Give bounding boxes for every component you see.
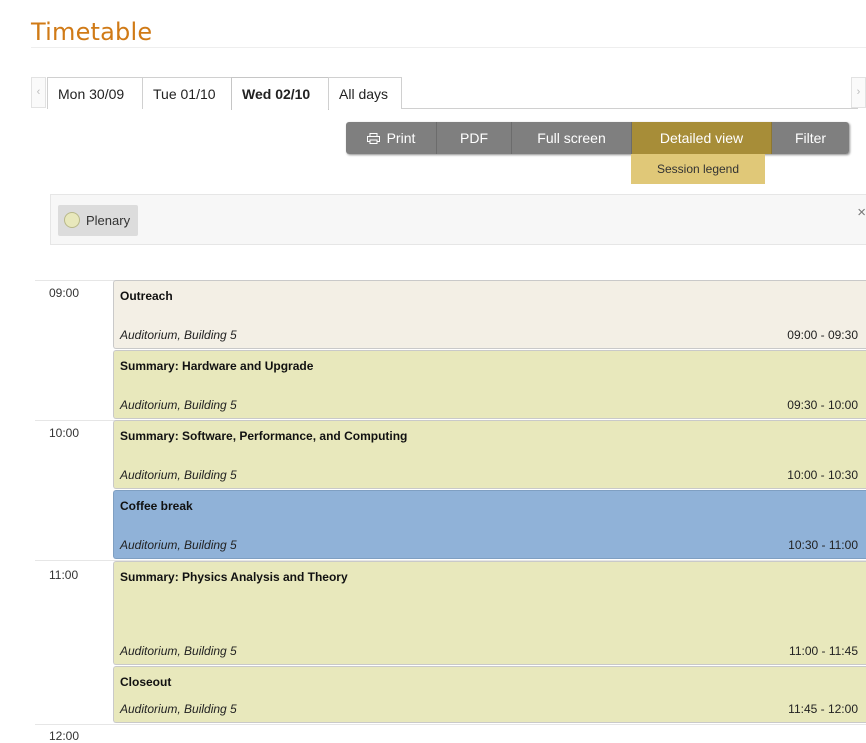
tab-mon-30-09[interactable]: Mon 30/09 — [47, 77, 143, 109]
timetable-entry-outreach[interactable]: Outreach Auditorium, Building 5 09:00 - … — [113, 280, 866, 349]
timetable-entry-software-computing[interactable]: Summary: Software, Performance, and Comp… — [113, 420, 866, 489]
entry-room: Auditorium, Building 5 — [120, 702, 237, 716]
session-legend-panel: Plenary × — [50, 194, 866, 245]
entry-title: Outreach — [120, 289, 173, 303]
page-title: Timetable — [31, 18, 153, 46]
entry-title: Summary: Hardware and Upgrade — [120, 359, 314, 373]
printer-icon — [366, 133, 380, 144]
full-screen-button[interactable]: Full screen — [512, 122, 632, 154]
session-legend-button[interactable]: Session legend — [631, 154, 765, 184]
entry-title: Summary: Physics Analysis and Theory — [120, 570, 348, 584]
timetable-entry-coffee-break[interactable]: Coffee break Auditorium, Building 5 10:3… — [113, 490, 866, 559]
detailed-view-button[interactable]: Detailed view — [632, 122, 772, 154]
entry-time: 10:00 - 10:30 — [787, 468, 858, 482]
hour-label: 12:00 — [49, 729, 80, 743]
entry-room: Auditorium, Building 5 — [120, 328, 237, 342]
timetable-toolbar: Print PDF Full screen Detailed view Filt… — [346, 122, 849, 154]
day-tabs: ‹ Mon 30/09 Tue 01/10 Wed 02/10 All days… — [31, 77, 866, 110]
timetable-entry-closeout[interactable]: Closeout Auditorium, Building 5 11:45 - … — [113, 666, 866, 723]
hour-label: 09:00 — [49, 286, 80, 300]
print-button[interactable]: Print — [346, 122, 437, 154]
entry-time: 11:00 - 11:45 — [789, 644, 858, 658]
tab-tue-01-10[interactable]: Tue 01/10 — [142, 77, 232, 109]
hour-divider — [35, 724, 866, 725]
chevron-right-icon: › — [856, 86, 861, 98]
tabs-scroll-right-button[interactable]: › — [851, 77, 866, 108]
hour-label: 10:00 — [49, 426, 80, 440]
timetable-entry-physics-analysis[interactable]: Summary: Physics Analysis and Theory Aud… — [113, 561, 866, 665]
legend-item-plenary[interactable]: Plenary — [58, 205, 139, 236]
entry-room: Auditorium, Building 5 — [120, 398, 237, 412]
pdf-button[interactable]: PDF — [437, 122, 512, 154]
title-divider — [31, 47, 866, 48]
hour-label: 11:00 — [49, 568, 79, 582]
filter-button[interactable]: Filter — [772, 122, 849, 154]
chevron-left-icon: ‹ — [36, 86, 41, 98]
entry-room: Auditorium, Building 5 — [120, 538, 237, 552]
plenary-color-dot-icon — [64, 212, 80, 228]
entry-time: 09:00 - 09:30 — [787, 328, 858, 342]
legend-item-label: Plenary — [86, 213, 131, 228]
tab-wed-02-10[interactable]: Wed 02/10 — [231, 77, 329, 110]
entry-title: Summary: Software, Performance, and Comp… — [120, 429, 408, 443]
entry-time: 09:30 - 10:00 — [787, 398, 858, 412]
entry-title: Closeout — [120, 675, 172, 689]
tabs-scroll-left-button[interactable]: ‹ — [31, 77, 46, 108]
entry-time: 10:30 - 11:00 — [788, 538, 858, 552]
close-legend-icon[interactable]: × — [857, 204, 866, 221]
entry-title: Coffee break — [120, 499, 193, 513]
timetable-entry-hardware-upgrade[interactable]: Summary: Hardware and Upgrade Auditorium… — [113, 350, 866, 419]
print-label: Print — [386, 130, 416, 146]
tab-all-days[interactable]: All days — [328, 77, 402, 109]
entry-room: Auditorium, Building 5 — [120, 468, 237, 482]
entry-room: Auditorium, Building 5 — [120, 644, 237, 658]
entry-time: 11:45 - 12:00 — [788, 702, 858, 716]
